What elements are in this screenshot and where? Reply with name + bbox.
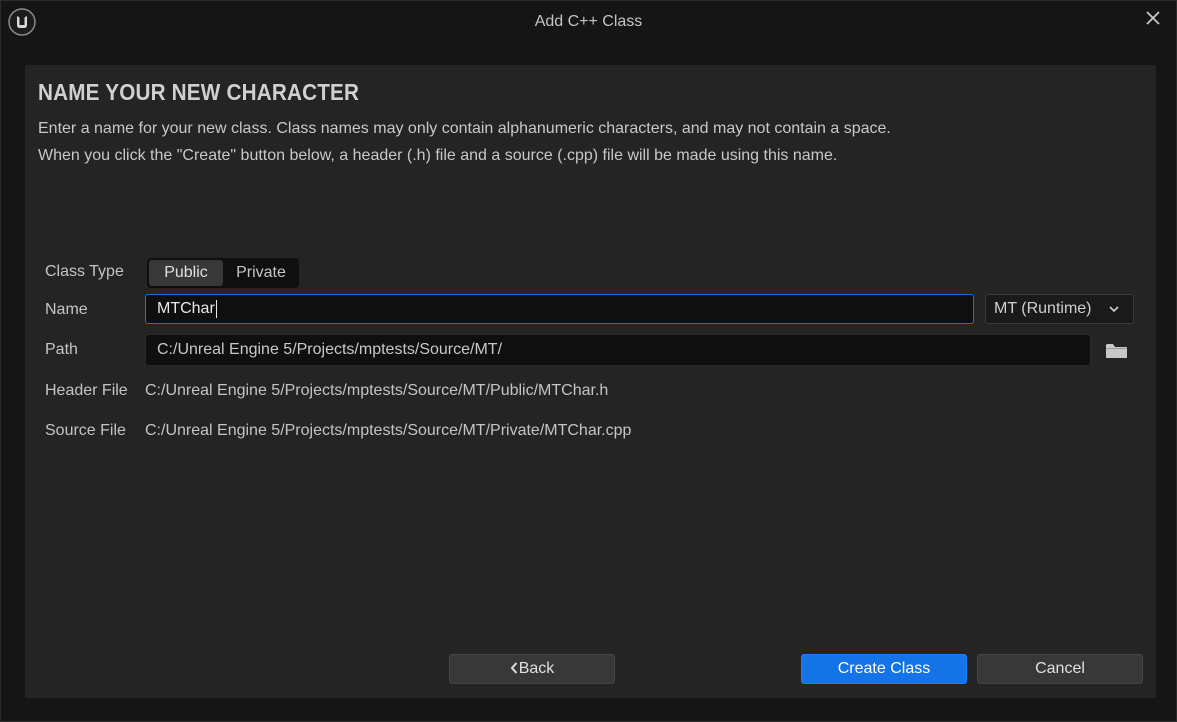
add-class-dialog: Add C++ Class NAME YOUR NEW CHARACTER En… bbox=[0, 0, 1177, 722]
chevron-left-icon bbox=[510, 662, 517, 674]
create-class-button[interactable]: Create Class bbox=[801, 654, 967, 684]
window-title: Add C++ Class bbox=[534, 13, 643, 30]
name-label: Name bbox=[45, 301, 88, 318]
chevron-down-icon bbox=[1109, 306, 1119, 313]
header-file-label: Header File bbox=[45, 382, 128, 399]
description-line-2: When you click the "Create" button below… bbox=[38, 147, 838, 164]
header-file-value: C:/Unreal Engine 5/Projects/mptests/Sour… bbox=[145, 382, 609, 399]
text-caret bbox=[215, 299, 217, 318]
class-type-label: Class Type bbox=[45, 263, 124, 280]
title-bar: Add C++ Class bbox=[1, 1, 1176, 45]
back-button-label: Back bbox=[518, 660, 555, 677]
folder-icon[interactable] bbox=[1105, 342, 1128, 360]
back-button[interactable]: Back bbox=[449, 654, 615, 684]
path-label: Path bbox=[45, 341, 78, 358]
class-name-value: MTChar bbox=[157, 300, 215, 317]
module-dropdown[interactable]: MT (Runtime) bbox=[985, 294, 1134, 324]
class-type-toggle: Public Private bbox=[147, 258, 299, 288]
close-icon[interactable] bbox=[1144, 9, 1162, 27]
class-name-input[interactable]: MTChar bbox=[145, 294, 974, 324]
description-line-1: Enter a name for your new class. Class n… bbox=[38, 120, 891, 137]
source-file-value: C:/Unreal Engine 5/Projects/mptests/Sour… bbox=[145, 422, 632, 439]
cancel-button[interactable]: Cancel bbox=[977, 654, 1143, 684]
module-dropdown-value: MT (Runtime) bbox=[994, 300, 1092, 317]
class-type-private-button[interactable]: Private bbox=[225, 260, 297, 286]
class-type-public-button[interactable]: Public bbox=[149, 260, 223, 286]
content-panel: NAME YOUR NEW CHARACTER Enter a name for… bbox=[25, 65, 1156, 698]
path-input[interactable]: C:/Unreal Engine 5/Projects/mptests/Sour… bbox=[145, 334, 1091, 366]
source-file-label: Source File bbox=[45, 422, 126, 439]
page-heading: NAME YOUR NEW CHARACTER bbox=[38, 79, 360, 105]
